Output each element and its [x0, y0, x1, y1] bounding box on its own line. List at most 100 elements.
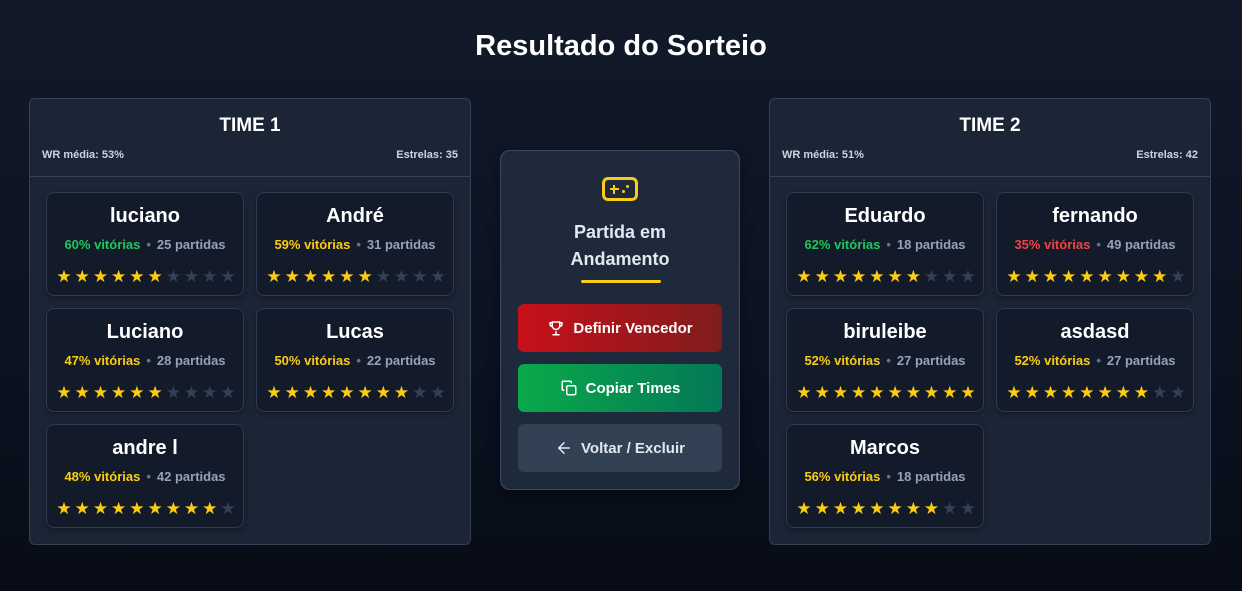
star-empty-icon: ★: [1170, 383, 1186, 402]
star-filled-icon: ★: [1024, 267, 1040, 286]
player-stats: 50% vitórias • 22 partidas: [257, 353, 453, 368]
star-empty-icon: ★: [412, 383, 428, 402]
star-empty-icon: ★: [960, 267, 976, 286]
star-filled-icon: ★: [1042, 267, 1059, 286]
player-name: Lucas: [326, 321, 384, 343]
star-filled-icon: ★: [851, 383, 867, 402]
player-games: 27 partidas: [1106, 353, 1176, 368]
star-filled-icon: ★: [832, 267, 849, 286]
star-filled-icon: ★: [905, 499, 921, 518]
star-filled-icon: ★: [814, 267, 830, 286]
star-empty-icon: ★: [960, 499, 976, 518]
star-filled-icon: ★: [339, 383, 355, 402]
player-games: 18 partidas: [896, 237, 966, 252]
team-total-stars: Estrelas: 42: [1136, 149, 1198, 161]
team-name: TIME 2: [959, 115, 1021, 136]
star-filled-icon: ★: [1061, 383, 1077, 402]
star-filled-icon: ★: [56, 383, 72, 402]
star-empty-icon: ★: [183, 383, 200, 402]
player-name: biruleibe: [843, 321, 927, 343]
player-stats: 52% vitórias • 27 partidas: [997, 353, 1193, 368]
star-filled-icon: ★: [375, 383, 391, 402]
player-name: andre l: [112, 437, 178, 459]
star-filled-icon: ★: [147, 267, 163, 286]
copy-icon: [561, 380, 577, 396]
star-empty-icon: ★: [183, 267, 200, 286]
copy-teams-button[interactable]: Copiar Times: [518, 364, 722, 412]
player-winrate: 52% vitórias: [1014, 353, 1091, 368]
separator-dot: •: [1096, 353, 1101, 368]
star-empty-icon: ★: [430, 267, 446, 286]
star-filled-icon: ★: [92, 267, 109, 286]
player-stats: 52% vitórias • 27 partidas: [787, 353, 983, 368]
player-games: 27 partidas: [896, 353, 966, 368]
team-panel-2: TIME 2 WR média: 51% Estrelas: 42 Eduard…: [769, 98, 1211, 545]
player-name: Luciano: [106, 321, 184, 343]
star-filled-icon: ★: [1079, 383, 1095, 402]
player-games: 22 partidas: [366, 353, 436, 368]
star-filled-icon: ★: [942, 383, 958, 402]
separator-dot: •: [356, 237, 361, 252]
star-filled-icon: ★: [887, 383, 903, 402]
star-filled-icon: ★: [1133, 383, 1150, 402]
define-winner-button[interactable]: Definir Vencedor: [518, 304, 722, 352]
star-empty-icon: ★: [165, 383, 181, 402]
star-filled-icon: ★: [284, 383, 300, 402]
star-filled-icon: ★: [851, 499, 867, 518]
player-card: biruleibe 52% vitórias • 27 partidas ★ ★ ★ ★ ★ ★ ★…: [786, 308, 984, 412]
star-filled-icon: ★: [869, 499, 885, 518]
player-name: asdasd: [1060, 321, 1130, 343]
star-rating: ★ ★ ★ ★ ★ ★ ★ ★ ★ ★: [795, 267, 977, 287]
team-panel-1: TIME 1 WR média: 53% Estrelas: 35 lucian…: [29, 98, 471, 545]
star-filled-icon: ★: [111, 383, 127, 402]
star-filled-icon: ★: [814, 383, 830, 402]
separator-dot: •: [886, 353, 891, 368]
player-winrate: 52% vitórias: [804, 353, 881, 368]
star-filled-icon: ★: [869, 383, 885, 402]
star-rating: ★ ★ ★ ★ ★ ★ ★ ★ ★ ★: [1005, 267, 1187, 287]
star-empty-icon: ★: [942, 499, 958, 518]
star-filled-icon: ★: [74, 499, 90, 518]
player-stats: 35% vitórias • 49 partidas: [997, 237, 1193, 252]
player-winrate: 50% vitórias: [274, 353, 351, 368]
player-stats: 60% vitórias • 25 partidas: [47, 237, 243, 252]
player-winrate: 47% vitórias: [64, 353, 141, 368]
star-filled-icon: ★: [887, 499, 903, 518]
star-filled-icon: ★: [202, 499, 218, 518]
star-filled-icon: ★: [321, 383, 337, 402]
star-filled-icon: ★: [357, 267, 373, 286]
star-filled-icon: ★: [165, 499, 181, 518]
star-empty-icon: ★: [202, 383, 218, 402]
star-filled-icon: ★: [129, 499, 145, 518]
separator-dot: •: [886, 469, 891, 484]
star-filled-icon: ★: [357, 383, 373, 402]
star-filled-icon: ★: [1115, 267, 1131, 286]
star-filled-icon: ★: [814, 499, 830, 518]
star-filled-icon: ★: [796, 383, 812, 402]
player-card: Marcos 56% vitórias • 18 partidas ★ ★ ★ ★ ★ ★ ★ ★ ★ ★: [786, 424, 984, 528]
player-winrate: 59% vitórias: [274, 237, 351, 252]
star-filled-icon: ★: [923, 499, 940, 518]
star-empty-icon: ★: [375, 267, 391, 286]
copy-teams-label: Copiar Times: [585, 379, 681, 397]
star-filled-icon: ★: [851, 267, 867, 286]
star-filled-icon: ★: [74, 383, 90, 402]
star-filled-icon: ★: [796, 499, 812, 518]
star-filled-icon: ★: [111, 267, 127, 286]
star-empty-icon: ★: [923, 267, 940, 286]
back-delete-button[interactable]: Voltar / Excluir: [518, 424, 722, 472]
star-filled-icon: ★: [92, 499, 109, 518]
star-filled-icon: ★: [266, 383, 282, 402]
separator-dot: •: [886, 237, 891, 252]
star-filled-icon: ★: [147, 383, 163, 402]
player-card: Eduardo 62% vitórias • 18 partidas ★ ★ ★ ★ ★ ★ ★ ★ ★…: [786, 192, 984, 296]
player-stats: 59% vitórias • 31 partidas: [257, 237, 453, 252]
star-empty-icon: ★: [165, 267, 181, 286]
player-name: Eduardo: [844, 205, 926, 227]
star-filled-icon: ★: [1042, 383, 1059, 402]
star-filled-icon: ★: [1061, 267, 1077, 286]
player-card: andre l 48% vitórias • 42 partidas ★ ★ ★ ★ ★ ★ ★ ★ ★…: [46, 424, 244, 528]
star-filled-icon: ★: [1006, 383, 1022, 402]
star-filled-icon: ★: [832, 499, 849, 518]
star-filled-icon: ★: [129, 267, 145, 286]
